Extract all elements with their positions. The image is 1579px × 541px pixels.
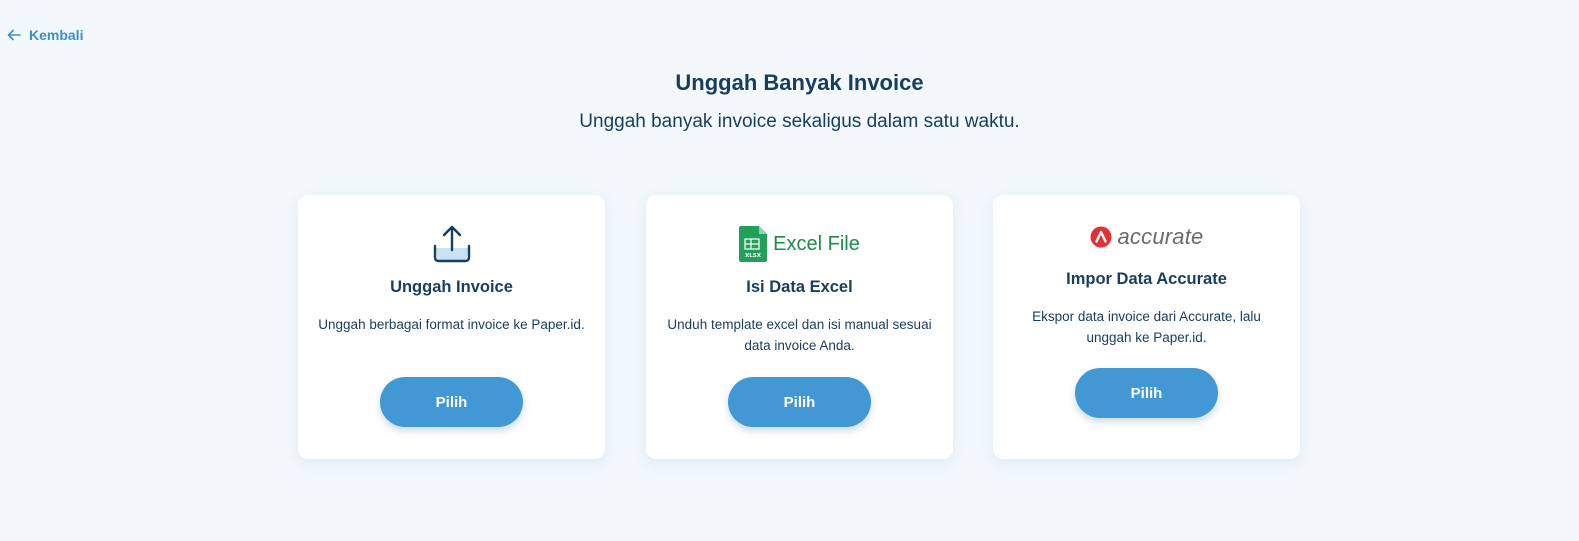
upload-invoice-description: Unggah berbagai format invoice ke Paper.… [318,317,585,332]
back-link-label: Kembali [29,27,84,43]
excel-logo-text: Excel File [773,232,860,255]
page-title: Unggah Banyak Invoice [675,70,924,95]
upload-invoice-title: Unggah Invoice [390,278,513,296]
excel-pick-button[interactable]: Pilih [728,377,871,427]
accurate-description: Ekspor data invoice dari Accurate, lalu … [1032,309,1261,345]
accurate-logo: accurate [993,224,1300,250]
page-subtitle: Unggah banyak invoice sekaligus dalam sa… [579,111,1020,132]
excel-file-icon: XLSX [739,226,768,262]
excel-description: Unduh template excel dan isi manual sesu… [667,317,932,353]
accurate-logo-text: accurate [1117,224,1204,249]
upload-logo [298,224,605,264]
upload-invoice-pick-button[interactable]: Pilih [380,377,523,427]
excel-title: Isi Data Excel [746,278,853,296]
excel-badge-text: XLSX [745,253,762,259]
accurate-title: Impor Data Accurate [1066,270,1227,288]
accurate-logo-icon [1090,226,1111,248]
accurate-card: accurate Impor Data Accurate Ekspor data… [993,195,1300,459]
excel-logo: XLSX Excel File [646,224,953,264]
upload-invoice-card: Unggah Invoice Unggah berbagai format in… [298,195,605,459]
upload-tray-icon [433,225,470,263]
arrow-left-icon [7,29,21,41]
accurate-pick-button[interactable]: Pilih [1075,368,1218,418]
excel-card: XLSX Excel File Isi Data Excel Unduh tem… [646,195,953,459]
back-link[interactable]: Kembali [7,27,83,43]
